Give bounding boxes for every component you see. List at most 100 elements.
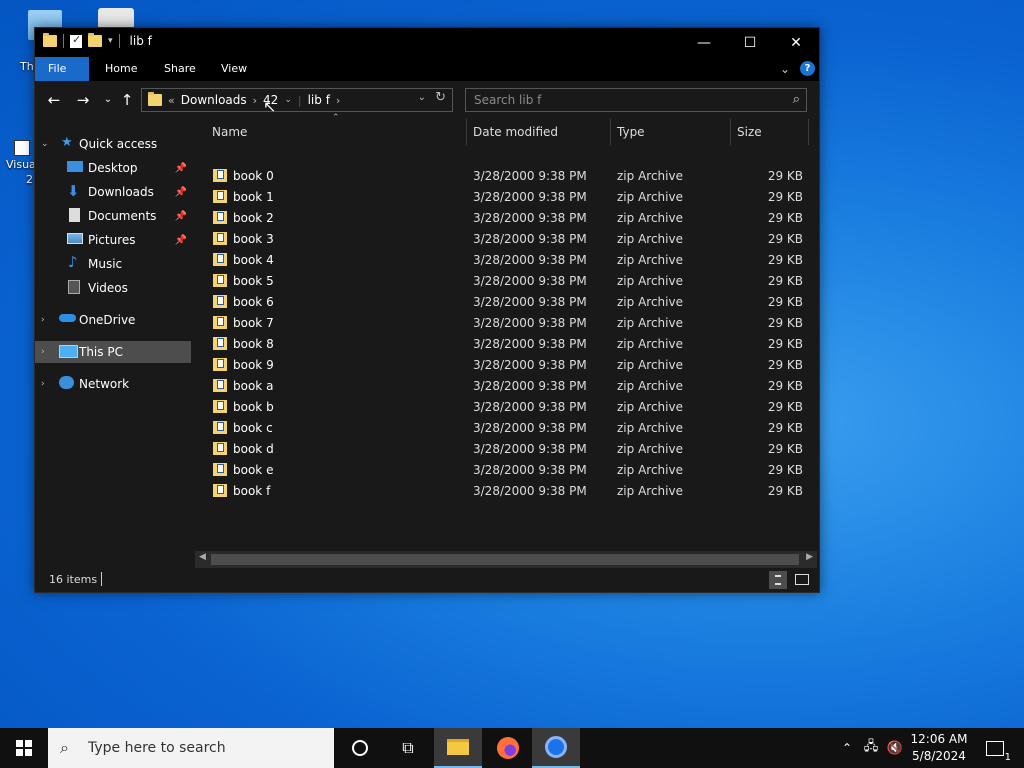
pin-icon[interactable]: 📌 xyxy=(175,187,187,198)
details-view-icon[interactable] xyxy=(769,571,787,589)
file-explorer-taskbar-icon[interactable] xyxy=(434,728,482,768)
maximize-button[interactable]: ☐ xyxy=(727,28,773,57)
sidebar-item-pictures[interactable]: Pictures 📌 xyxy=(35,229,191,251)
sidebar-item-documents[interactable]: Documents 📌 xyxy=(35,205,191,227)
breadcrumb-lib-f[interactable]: lib f xyxy=(308,93,330,107)
table-row[interactable]: book 8 3/28/2000 9:38 PM zip Archive 29 KB xyxy=(193,334,809,355)
scroll-left-icon[interactable]: ◀ xyxy=(199,552,206,562)
column-divider[interactable] xyxy=(466,119,467,145)
firefox-icon[interactable] xyxy=(484,728,532,768)
cortana-icon[interactable] xyxy=(336,728,384,768)
table-row[interactable]: book 6 3/28/2000 9:38 PM zip Archive 29 KB xyxy=(193,292,809,313)
refresh-icon[interactable]: ↻ xyxy=(435,90,446,105)
properties-icon[interactable] xyxy=(70,33,82,48)
notification-icon[interactable]: 1 xyxy=(980,728,1011,768)
sidebar-item-network[interactable]: › Network xyxy=(35,373,191,395)
column-divider[interactable] xyxy=(730,119,731,145)
sidebar-item-desktop[interactable]: Desktop 📌 xyxy=(35,157,191,179)
windows-logo-icon xyxy=(16,740,32,756)
table-row[interactable]: book d 3/28/2000 9:38 PM zip Archive 29 KB xyxy=(193,439,809,460)
minimize-button[interactable]: — xyxy=(681,28,727,57)
new-folder-icon[interactable] xyxy=(88,33,102,47)
sidebar-item-this-pc[interactable]: › This PC xyxy=(35,341,191,363)
file-list: Name ⌃ Date modified Type Size book 0 3/2… xyxy=(193,113,809,568)
table-row[interactable]: book f 3/28/2000 9:38 PM zip Archive 29 KB xyxy=(193,481,809,502)
table-row[interactable]: book 9 3/28/2000 9:38 PM zip Archive 29 KB xyxy=(193,355,809,376)
taskbar-search-input[interactable]: Type here to search xyxy=(88,740,226,756)
sidebar-item-onedrive[interactable]: › OneDrive xyxy=(35,309,191,331)
table-row[interactable]: book 2 3/28/2000 9:38 PM zip Archive 29 KB xyxy=(193,208,809,229)
back-arrow-icon[interactable]: ← xyxy=(43,89,65,111)
address-dropdown-icon[interactable]: ⌄ xyxy=(418,92,426,103)
table-row[interactable]: book 0 3/28/2000 9:38 PM zip Archive 29 KB xyxy=(193,166,809,187)
file-date: 3/28/2000 9:38 PM xyxy=(473,421,587,435)
notification-count: 1 xyxy=(1004,751,1011,763)
file-name: book 8 xyxy=(233,337,274,351)
pin-icon[interactable]: 📌 xyxy=(175,211,187,222)
search-input[interactable]: Search lib f xyxy=(474,93,541,107)
tab-home[interactable]: Home xyxy=(91,57,151,81)
breadcrumb-dropdown-icon[interactable]: ⌄ xyxy=(284,95,292,105)
pin-icon[interactable]: 📌 xyxy=(175,235,187,246)
file-type: zip Archive xyxy=(617,274,683,288)
collapse-chevron-icon[interactable]: ⌄ xyxy=(41,139,49,149)
table-row[interactable]: book c 3/28/2000 9:38 PM zip Archive 29 KB xyxy=(193,418,809,439)
breadcrumb-downloads[interactable]: Downloads xyxy=(181,93,247,107)
shortcut-icon[interactable] xyxy=(14,140,30,156)
expand-chevron-icon[interactable]: › xyxy=(41,315,45,325)
tab-file[interactable]: File xyxy=(35,57,89,81)
overflow-icon[interactable]: « xyxy=(168,94,175,107)
table-row[interactable]: book b 3/28/2000 9:38 PM zip Archive 29 KB xyxy=(193,397,809,418)
scroll-right-icon[interactable]: ▶ xyxy=(806,552,813,562)
network-status-icon[interactable]: 🖧 xyxy=(862,728,880,768)
tab-view[interactable]: View xyxy=(207,57,261,81)
table-row[interactable]: book 3 3/28/2000 9:38 PM zip Archive 29 KB xyxy=(193,229,809,250)
table-row[interactable]: book 4 3/28/2000 9:38 PM zip Archive 29 KB xyxy=(193,250,809,271)
show-hidden-icons-chevron-icon[interactable]: ⌃ xyxy=(838,728,856,768)
chrome-icon[interactable] xyxy=(532,728,580,768)
up-arrow-icon[interactable]: ↑ xyxy=(116,89,138,111)
table-row[interactable]: book 5 3/28/2000 9:38 PM zip Archive 29 KB xyxy=(193,271,809,292)
large-icons-view-icon[interactable] xyxy=(793,571,811,589)
pin-icon[interactable]: 📌 xyxy=(175,163,187,174)
search-icon[interactable]: ⌕ xyxy=(793,92,800,107)
file-name: book 3 xyxy=(233,232,274,246)
sidebar-item-quick-access[interactable]: ⌄ ★ Quick access xyxy=(35,133,191,155)
close-button[interactable]: ✕ xyxy=(773,28,819,57)
sidebar-item-videos[interactable]: Videos xyxy=(35,277,191,299)
sidebar-item-music[interactable]: ♪ Music xyxy=(35,253,191,275)
breadcrumb-separator[interactable]: › xyxy=(253,94,257,107)
column-header-type[interactable]: Type xyxy=(617,119,645,145)
help-icon[interactable]: ? xyxy=(800,61,815,76)
breadcrumb-separator[interactable]: › xyxy=(336,94,340,107)
column-header-date[interactable]: Date modified xyxy=(473,119,558,145)
scrollbar-thumb[interactable] xyxy=(211,554,799,565)
address-bar[interactable]: « Downloads › 42 ⌄ | lib f › ⌄ ↻ xyxy=(141,88,453,112)
customize-toolbar-icon[interactable]: ▾ xyxy=(108,36,113,46)
column-divider[interactable] xyxy=(610,119,611,145)
table-row[interactable]: book e 3/28/2000 9:38 PM zip Archive 29 KB xyxy=(193,460,809,481)
column-header-size[interactable]: Size xyxy=(737,119,762,145)
zip-archive-icon xyxy=(213,274,227,287)
sidebar-item-label: Music xyxy=(88,257,123,271)
table-row[interactable]: book 7 3/28/2000 9:38 PM zip Archive 29 KB xyxy=(193,313,809,334)
task-view-icon[interactable]: ⧉ xyxy=(384,728,432,768)
forward-arrow-icon[interactable]: → xyxy=(72,89,94,111)
expand-chevron-icon[interactable]: › xyxy=(41,379,45,389)
table-row[interactable]: book 1 3/28/2000 9:38 PM zip Archive 29 KB xyxy=(193,187,809,208)
file-date: 3/28/2000 9:38 PM xyxy=(473,232,587,246)
start-button[interactable] xyxy=(0,728,48,768)
search-box[interactable]: Search lib f ⌕ xyxy=(465,88,807,112)
zip-archive-icon xyxy=(213,211,227,224)
taskbar-search[interactable]: ⌕ Type here to search xyxy=(48,728,334,768)
horizontal-scrollbar[interactable]: ◀ ▶ xyxy=(195,551,817,568)
title-bar[interactable]: ▾ lib f — ☐ ✕ xyxy=(35,28,819,57)
column-header-name[interactable]: Name xyxy=(212,119,247,145)
expand-chevron-icon[interactable]: › xyxy=(41,347,45,357)
table-row[interactable]: book a 3/28/2000 9:38 PM zip Archive 29 KB xyxy=(193,376,809,397)
column-divider[interactable] xyxy=(808,119,809,145)
clock[interactable]: 12:06 AM 5/8/2024 xyxy=(900,731,978,765)
expand-ribbon-chevron-icon[interactable]: ⌄ xyxy=(780,62,790,76)
tab-share[interactable]: Share xyxy=(150,57,210,81)
sidebar-item-downloads[interactable]: ⬇ Downloads 📌 xyxy=(35,181,191,203)
